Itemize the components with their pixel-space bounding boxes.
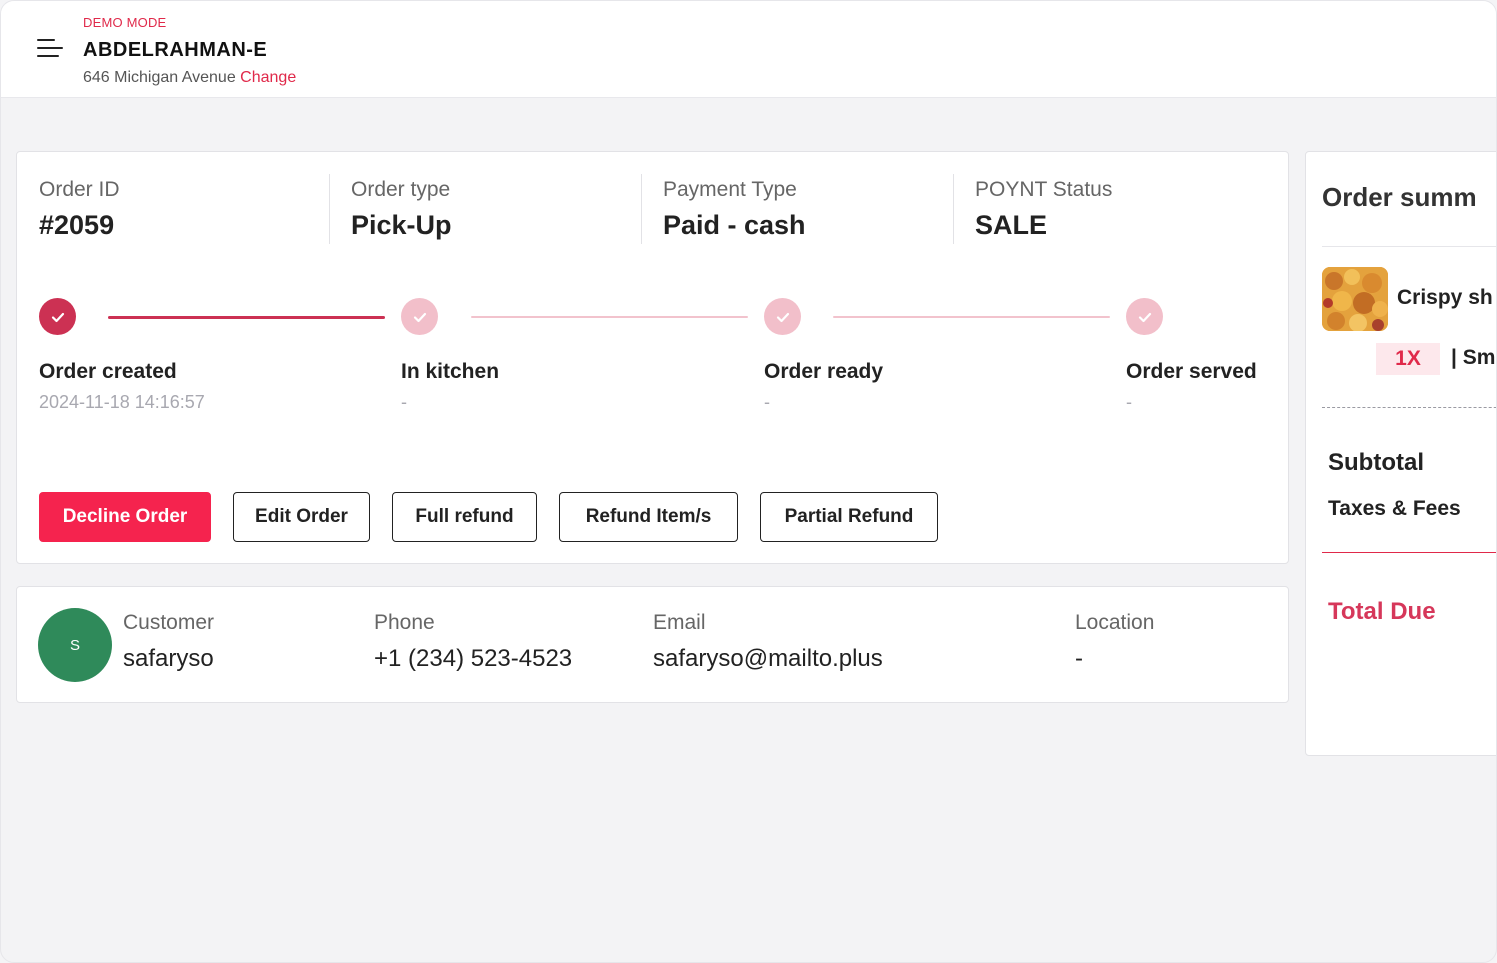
step-in-kitchen-check-icon [401,298,438,335]
order-id-value: #2059 [39,210,115,240]
total-divider [1322,552,1496,553]
step-time-order-served: - [1126,392,1132,412]
order-id-field: Order ID #2059 [39,174,120,244]
email-label: Email [653,611,706,634]
taxes-fees-label: Taxes & Fees [1328,497,1461,520]
step-name-order-served: Order served [1126,360,1257,383]
subtotal-label: Subtotal [1328,449,1424,476]
customer-name-field: Customer safaryso [123,611,214,673]
location-label: Location [1075,611,1155,634]
phone-label: Phone [374,611,435,634]
progress-line-2 [471,316,748,318]
store-name: ABDELRAHMAN-E [83,39,268,61]
customer-label: Customer [123,611,215,634]
step-name-order-ready: Order ready [764,360,884,383]
full-refund-button[interactable]: Full refund [392,492,537,542]
order-summary-title: Order summ [1322,182,1477,212]
item-quantity-badge: 1X [1376,343,1440,375]
divider [329,174,330,244]
top-bar: DEMO MODE ABDELRAHMAN-E 646 Michigan Ave… [1,1,1496,98]
address-text: 646 Michigan Avenue [83,69,236,86]
step-time-order-created: 2024-11-18 14:16:57 [39,392,205,412]
customer-location-field: Location - [1075,611,1154,673]
total-due-label: Total Due [1328,598,1436,625]
order-type-value: Pick-Up [351,210,452,240]
dashed-divider [1322,407,1496,408]
order-summary-card: Order summ Crispy sh 1X | Sm Subtotal Ta… [1305,151,1496,756]
customer-card: S Customer safaryso Phone +1 (234) 523-4… [16,586,1289,703]
demo-mode-label: DEMO MODE [83,15,167,30]
phone-value: +1 (234) 523-4523 [374,645,573,672]
order-type-field: Order type Pick-Up [351,174,452,244]
step-order-created-check-icon [39,298,76,335]
divider [641,174,642,244]
decline-order-button[interactable]: Decline Order [39,492,211,542]
step-name-order-created: Order created [39,360,177,383]
payment-type-value: Paid - cash [663,210,806,240]
payment-type-field: Payment Type Paid - cash [663,174,806,244]
customer-name: safaryso [123,645,214,672]
step-name-in-kitchen: In kitchen [401,360,500,383]
divider [1322,246,1496,247]
customer-email-field: Email safaryso@mailto.plus [653,611,883,673]
edit-order-button[interactable]: Edit Order [233,492,370,542]
location-value: - [1075,645,1083,672]
order-details-card: Order ID #2059 Order type Pick-Up Paymen… [16,151,1289,564]
step-order-served-check-icon [1126,298,1163,335]
item-name: Crispy sh [1397,286,1493,309]
step-order-ready-check-icon [764,298,801,335]
avatar: S [38,608,112,682]
order-id-label: Order ID [39,178,120,201]
customer-phone-field: Phone +1 (234) 523-4523 [374,611,572,673]
progress-line-3 [833,316,1110,318]
refund-items-button[interactable]: Refund Item/s [559,492,738,542]
poynt-status-field: POYNT Status SALE [975,174,1112,244]
order-type-label: Order type [351,178,451,201]
poynt-status-label: POYNT Status [975,178,1113,201]
item-thumbnail [1322,267,1388,331]
divider [953,174,954,244]
app-frame: DEMO MODE ABDELRAHMAN-E 646 Michigan Ave… [0,0,1497,963]
payment-type-label: Payment Type [663,178,797,201]
store-address: 646 Michigan Avenue Change [83,69,296,87]
email-value: safaryso@mailto.plus [653,645,883,672]
item-size: | Sm [1451,346,1496,369]
step-time-order-ready: - [764,392,770,412]
step-time-in-kitchen: - [401,392,407,412]
progress-line-1 [108,316,385,319]
change-address-link[interactable]: Change [240,69,296,86]
hamburger-menu-icon[interactable] [37,39,63,59]
partial-refund-button[interactable]: Partial Refund [760,492,938,542]
poynt-status-value: SALE [975,210,1048,240]
